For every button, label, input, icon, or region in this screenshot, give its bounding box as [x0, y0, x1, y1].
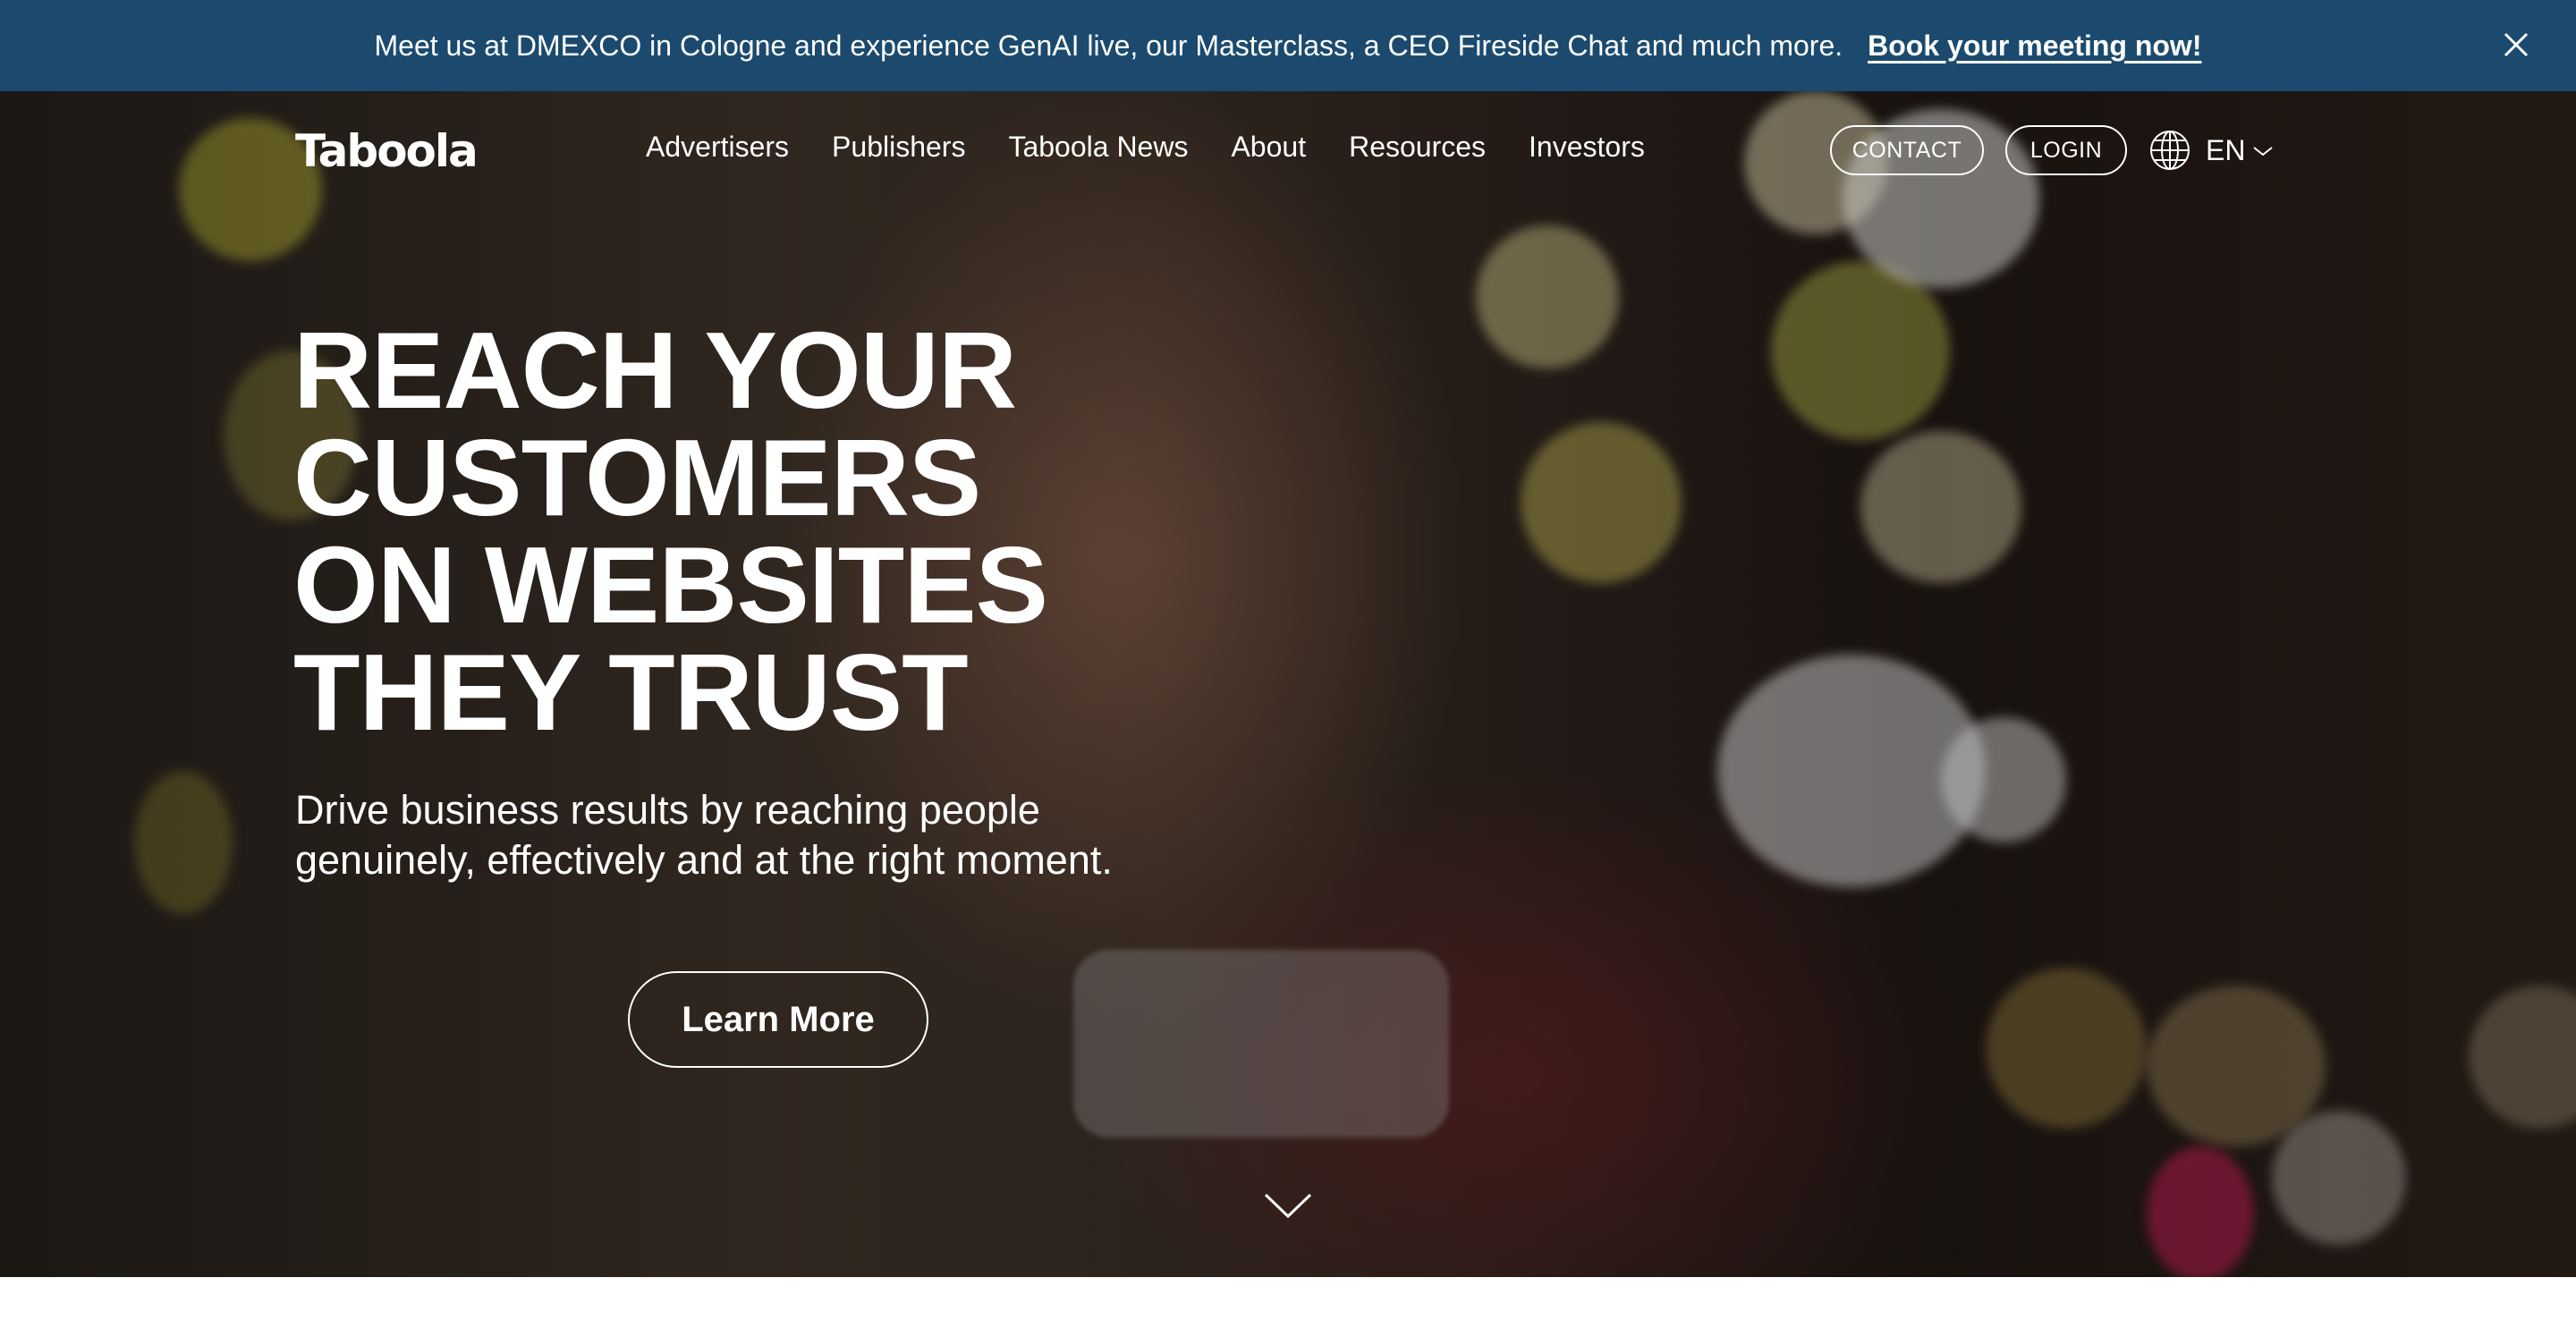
- chevron-down-icon[interactable]: [1263, 1189, 1313, 1222]
- chevron-down-icon: [2253, 146, 2274, 156]
- learn-more-button[interactable]: Learn More: [628, 971, 928, 1068]
- language-selector[interactable]: EN: [2206, 134, 2274, 167]
- nav-investors[interactable]: Investors: [1529, 131, 1645, 164]
- login-button[interactable]: LOGIN: [2005, 125, 2127, 175]
- nav-taboola-news[interactable]: Taboola News: [1008, 131, 1188, 164]
- hero-section: Taboola Advertisers Publishers Taboola N…: [0, 91, 2576, 1277]
- globe-icon[interactable]: [2148, 129, 2191, 172]
- contact-button[interactable]: CONTACT: [1830, 125, 1984, 175]
- language-label: EN: [2206, 134, 2246, 166]
- close-icon[interactable]: [2503, 31, 2529, 58]
- hero-headline: REACH YOUR CUSTOMERS ON WEBSITES THEY TR…: [293, 309, 1048, 753]
- nav-publishers[interactable]: Publishers: [832, 131, 965, 164]
- headline-line: REACH YOUR: [293, 309, 1017, 431]
- nav-resources[interactable]: Resources: [1349, 131, 1486, 164]
- headline-line: ON WEBSITES: [293, 524, 1048, 646]
- book-meeting-link[interactable]: Book your meeting now!: [1868, 30, 2201, 63]
- nav-advertisers[interactable]: Advertisers: [646, 131, 789, 164]
- banner-text: Meet us at DMEXCO in Cologne and experie…: [374, 29, 1843, 62]
- announcement-banner: Meet us at DMEXCO in Cologne and experie…: [0, 0, 2576, 91]
- headline-line: THEY TRUST: [293, 631, 969, 753]
- nav-about[interactable]: About: [1231, 131, 1306, 164]
- main-nav: Advertisers Publishers Taboola News Abou…: [646, 131, 1688, 164]
- headline-line: CUSTOMERS: [293, 417, 981, 538]
- hero-subtext: Drive business results by reaching peopl…: [295, 787, 1113, 883]
- taboola-logo[interactable]: Taboola: [295, 125, 479, 177]
